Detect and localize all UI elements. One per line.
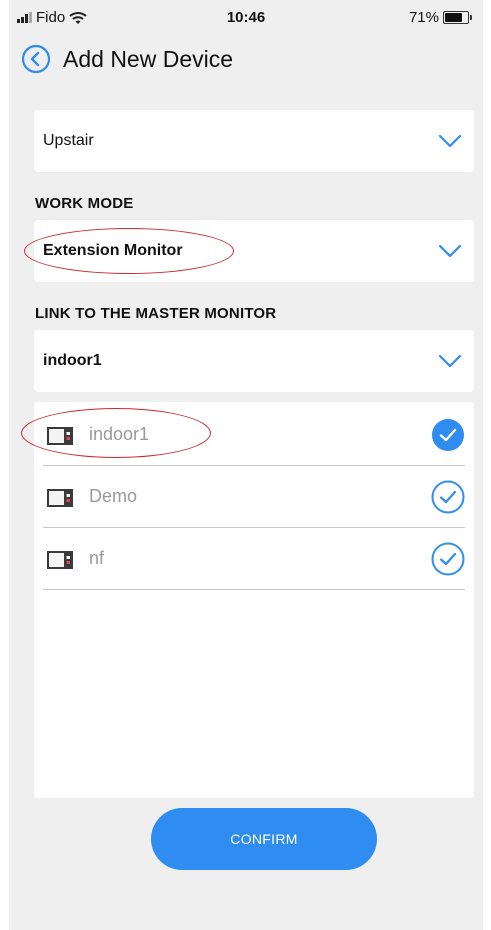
device-name: Demo — [89, 486, 138, 506]
device-row[interactable]: indoor1 — [43, 404, 465, 466]
device-name: indoor1 — [89, 424, 150, 444]
unchecked-icon[interactable] — [431, 480, 465, 514]
master-monitor-select[interactable]: indoor1 — [34, 330, 474, 392]
master-monitor-label: LINK TO THE MASTER MONITOR — [35, 305, 277, 322]
work-mode-select[interactable]: Extension Monitor — [34, 220, 474, 282]
work-mode-label: WORK MODE — [35, 195, 134, 212]
device-row[interactable]: Demo — [43, 466, 465, 528]
device-row[interactable]: nf — [43, 528, 465, 590]
header: Add New Device — [21, 42, 233, 76]
monitor-icon — [47, 427, 73, 445]
app-screen: Fido 10:46 71% Add New Device Upstair WO… — [9, 0, 483, 930]
monitor-icon — [47, 551, 73, 569]
chevron-left-circle-icon[interactable] — [21, 44, 51, 74]
location-select[interactable]: Upstair — [34, 110, 474, 172]
chevron-down-icon — [438, 134, 462, 148]
battery-percent: 71% — [408, 9, 439, 26]
page-title: Add New Device — [63, 45, 234, 72]
device-name: nf — [89, 548, 105, 568]
confirm-button[interactable]: CONFIRM — [151, 808, 377, 870]
unchecked-icon[interactable] — [431, 542, 465, 576]
chevron-down-icon — [438, 354, 462, 368]
device-list: indoor1 Demo nf — [34, 402, 474, 798]
master-monitor-select-value: indoor1 — [43, 352, 102, 369]
status-bar: Fido 10:46 71% — [9, 0, 483, 34]
battery-icon — [443, 11, 472, 24]
chevron-down-icon — [438, 244, 462, 258]
monitor-icon — [47, 489, 73, 507]
location-select-value: Upstair — [43, 132, 94, 149]
checked-icon[interactable] — [431, 418, 465, 452]
work-mode-select-value: Extension Monitor — [43, 242, 183, 259]
